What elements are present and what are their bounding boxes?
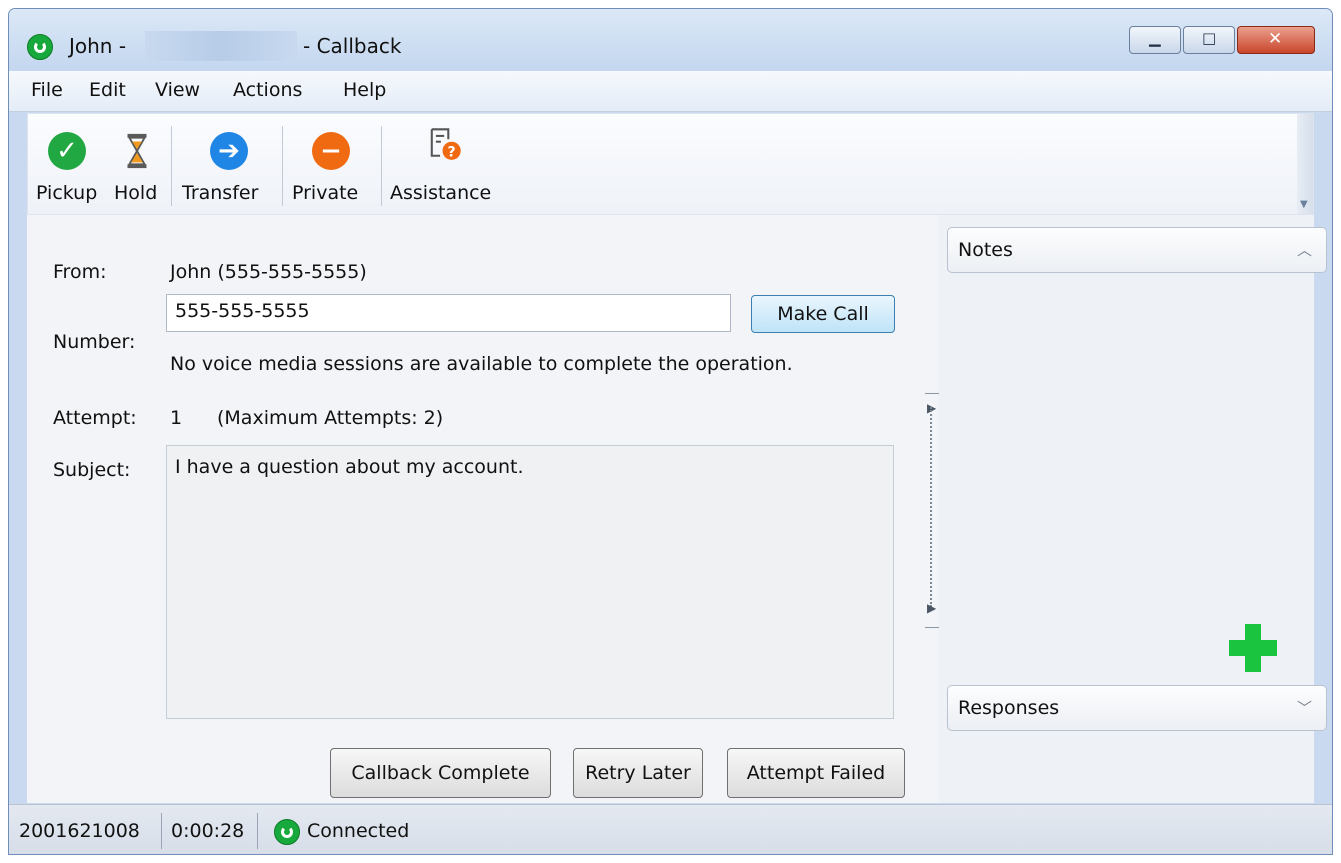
callback-complete-button[interactable]: Callback Complete [330,748,551,798]
chevron-up-icon: ︿ [1296,241,1312,259]
status-bar: 2001621008 0:00:28 Connected [9,804,1332,854]
retry-later-button[interactable]: Retry Later [573,748,703,798]
app-icon [27,34,53,60]
toolbar-separator [171,126,172,206]
attempt-label: Attempt: [53,407,137,429]
toolbar-separator [381,126,382,206]
side-panel: Notes ︿ Responses ﹀ [939,215,1327,803]
subject-text: I have a question about my account. [166,445,894,719]
menu-edit[interactable]: Edit [89,79,126,101]
window-title: John - [69,34,127,58]
title-bar: John - - Callback ▁ □ ✕ [9,9,1332,71]
toolbar-overflow[interactable]: ▼ [1297,114,1313,214]
toolbar: ✓ Pickup Hold ➔ Transfer − Private ? Ass… [27,113,1314,215]
status-separator [257,813,258,849]
check-icon: ✓ [48,132,86,170]
attempt-maximum: (Maximum Attempts: 2) [217,407,444,429]
splitter-cap [925,627,939,628]
add-note-icon[interactable] [1229,624,1277,672]
close-icon: ✕ [1268,29,1283,49]
menu-help[interactable]: Help [343,79,386,101]
redacted-name [145,31,297,61]
menu-view[interactable]: View [155,79,200,101]
number-input[interactable]: 555-555-5555 [166,294,731,332]
window-title-suffix: - Callback [303,34,402,58]
notes-label: Notes [958,239,1013,261]
responses-label: Responses [958,697,1060,719]
callback-details: From: John (555-555-5555) Number: 555-55… [27,215,919,803]
menu-file[interactable]: File [31,79,63,101]
from-value: John (555-555-5555) [170,261,367,283]
connection-state: Connected [307,820,410,842]
expand-right-icon[interactable]: ▶ [927,601,936,615]
splitter-cap [925,393,939,394]
assistance-button[interactable]: ? Assistance [386,114,516,214]
splitter-line [930,407,932,607]
close-button[interactable]: ✕ [1237,26,1315,54]
pickup-label: Pickup [36,182,98,204]
pickup-button[interactable]: ✓ Pickup [28,114,110,214]
minimize-icon: ▁ [1149,29,1161,47]
notes-panel-header[interactable]: Notes ︿ [947,227,1327,273]
main-content: From: John (555-555-5555) Number: 555-55… [27,215,1327,803]
number-label: Number: [53,331,136,353]
call-duration: 0:00:28 [171,820,245,842]
private-button[interactable]: − Private [286,114,380,214]
minimize-button[interactable]: ▁ [1129,26,1181,54]
assistance-label: Assistance [390,182,492,204]
maximize-icon: □ [1202,29,1217,47]
make-call-button[interactable]: Make Call [751,295,895,333]
connected-icon [274,819,300,845]
transfer-button[interactable]: ➔ Transfer [176,114,280,214]
status-separator [161,813,162,849]
callback-window: John - - Callback ▁ □ ✕ File Edit View A… [8,8,1333,855]
assistance-icon: ? [430,128,461,161]
svg-text:?: ? [448,145,456,161]
chevron-down-icon: ﹀ [1296,699,1312,717]
menu-bar: File Edit View Actions Help [9,71,1332,112]
overflow-icon: ▼ [1300,199,1308,210]
maximize-button[interactable]: □ [1183,26,1235,54]
private-label: Private [292,182,359,204]
minus-icon: − [312,132,350,170]
transfer-label: Transfer [182,182,259,204]
hold-button[interactable]: Hold [110,114,166,214]
responses-panel-header[interactable]: Responses ﹀ [947,685,1327,731]
status-message: No voice media sessions are available to… [170,353,793,375]
menu-actions[interactable]: Actions [233,79,302,101]
arrow-right-icon: ➔ [210,132,248,170]
attempt-value: 1 [170,407,183,429]
subject-label: Subject: [53,459,131,481]
hold-label: Hold [114,182,158,204]
hourglass-icon [127,133,147,169]
toolbar-separator [282,126,283,206]
pane-splitter[interactable]: ▶ ▶ [925,393,939,629]
attempt-failed-button[interactable]: Attempt Failed [727,748,905,798]
interaction-id: 2001621008 [19,820,140,842]
from-label: From: [53,261,107,283]
